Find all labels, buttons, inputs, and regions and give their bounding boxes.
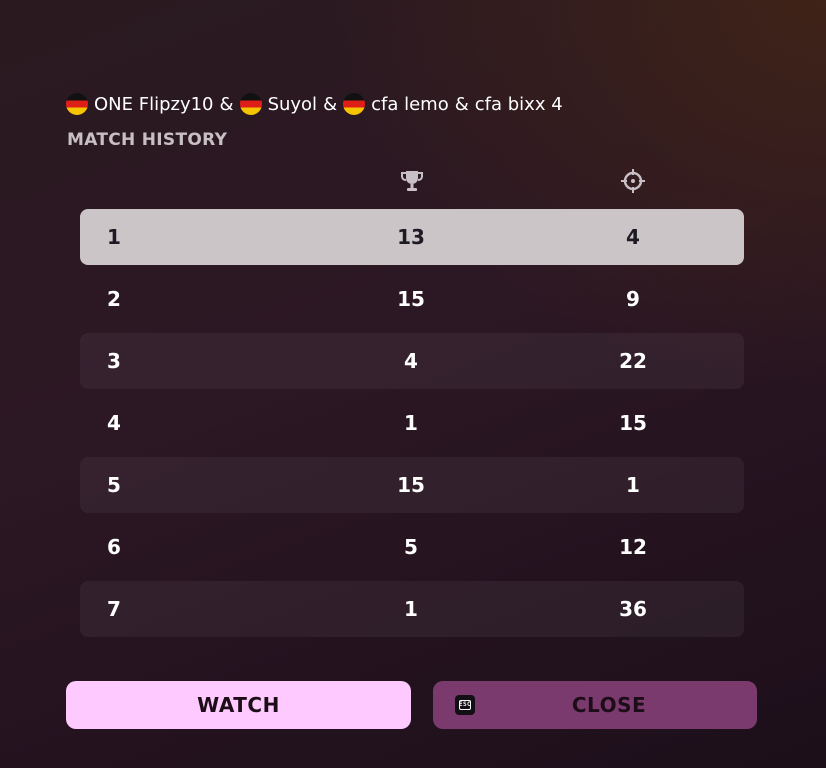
table-row[interactable]: 3 4 22 <box>80 333 744 389</box>
round-number: 2 <box>107 287 121 311</box>
match-history-table: 1 13 4 2 15 9 3 4 22 4 1 15 5 15 1 6 5 1… <box>80 209 744 643</box>
round-number: 6 <box>107 535 121 559</box>
kills-value: 15 <box>619 411 647 435</box>
table-row[interactable]: 4 1 15 <box>80 395 744 451</box>
squad-names: ONE Flipzy10 & Suyol & cfa lemo & cfa bi… <box>66 92 563 116</box>
page-title: MATCH HISTORY <box>67 130 228 150</box>
separator: & <box>219 93 234 115</box>
wins-value: 13 <box>397 225 425 249</box>
player-name: Suyol <box>267 93 318 115</box>
kills-value: 1 <box>626 473 640 497</box>
germany-flag-icon <box>239 93 262 115</box>
kills-value: 22 <box>619 349 647 373</box>
squad-tail: cfa bixx 4 <box>474 93 563 115</box>
table-row[interactable]: 7 1 36 <box>80 581 744 637</box>
kills-value: 36 <box>619 597 647 621</box>
wins-value: 15 <box>397 287 425 311</box>
wins-value: 5 <box>404 535 418 559</box>
round-number: 3 <box>107 349 121 373</box>
separator: & <box>323 93 338 115</box>
player-name: ONE Flipzy10 <box>94 93 214 115</box>
watch-button-label: WATCH <box>197 693 280 717</box>
round-number: 1 <box>107 225 121 249</box>
germany-flag-icon <box>66 93 88 115</box>
kills-value: 4 <box>626 225 640 249</box>
round-number: 7 <box>107 597 121 621</box>
close-button-label: CLOSE <box>571 693 647 717</box>
esc-key-icon: ESC <box>455 695 475 715</box>
table-row[interactable]: 5 15 1 <box>80 457 744 513</box>
table-row[interactable]: 6 5 12 <box>80 519 744 575</box>
germany-flag-icon <box>343 93 366 115</box>
player-3: cfa lemo <box>343 93 449 115</box>
kills-value: 12 <box>619 535 647 559</box>
round-number: 4 <box>107 411 121 435</box>
player-name: cfa lemo <box>371 93 449 115</box>
table-row[interactable]: 2 15 9 <box>80 271 744 327</box>
wins-value: 15 <box>397 473 425 497</box>
close-button[interactable]: ESC CLOSE <box>433 681 757 729</box>
player-1: ONE Flipzy10 <box>66 93 214 115</box>
separator: & <box>454 93 469 115</box>
wins-value: 4 <box>404 349 418 373</box>
watch-button[interactable]: WATCH <box>66 681 411 729</box>
crosshair-icon <box>621 169 645 193</box>
trophy-icon <box>401 171 423 191</box>
player-2: Suyol <box>239 93 318 115</box>
wins-value: 1 <box>404 411 418 435</box>
wins-value: 1 <box>404 597 418 621</box>
round-number: 5 <box>107 473 121 497</box>
kills-value: 9 <box>626 287 640 311</box>
table-row[interactable]: 1 13 4 <box>80 209 744 265</box>
